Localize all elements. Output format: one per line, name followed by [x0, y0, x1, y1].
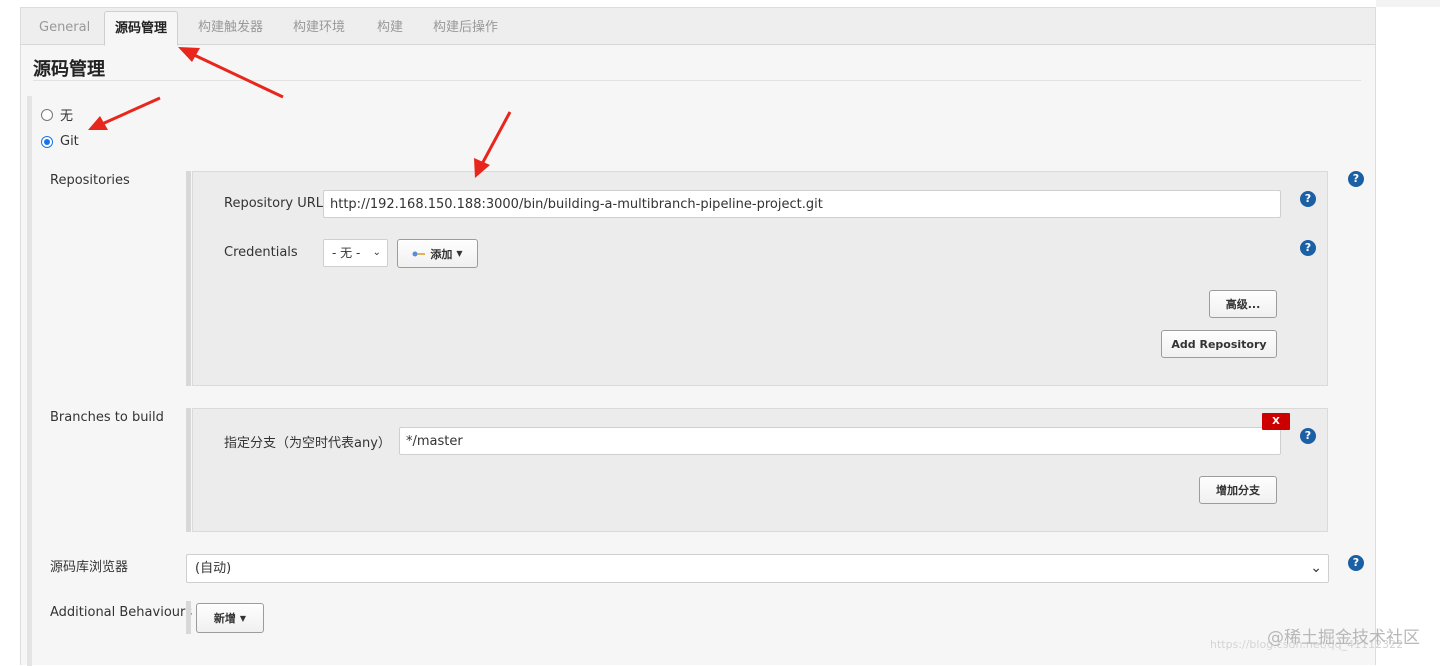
additional-behaviours-label: Additional Behaviours [50, 605, 193, 620]
add-branch-label: 增加分支 [1216, 484, 1260, 497]
repository-browser-help-icon[interactable]: ? [1348, 555, 1364, 571]
branch-specifier-input[interactable] [399, 427, 1281, 455]
add-repository-button[interactable]: Add Repository [1161, 330, 1277, 358]
repository-browser-value: (自动) [195, 561, 232, 576]
credentials-select-value: - 无 - [332, 246, 361, 260]
credentials-select[interactable]: - 无 - ⌄ [323, 239, 388, 267]
radio-none[interactable] [41, 108, 53, 121]
title-divider [33, 80, 1361, 81]
branch-specifier-label: 指定分支（为空时代表any） [224, 436, 391, 451]
branches-panel: 指定分支（为空时代表any） X ? 增加分支 [192, 408, 1328, 532]
chevron-down-icon: ⌄ [372, 247, 381, 258]
add-repository-label: Add Repository [1171, 337, 1267, 351]
scm-option-none[interactable]: 无 [41, 105, 73, 124]
tab-build-triggers[interactable]: 构建触发器 [188, 14, 273, 46]
scm-option-git[interactable]: Git [41, 134, 79, 149]
tab-scm[interactable]: 源码管理 [104, 11, 179, 46]
repository-browser-select[interactable]: (自动) ⌄ [186, 554, 1329, 583]
config-panel: General 源码管理 构建触发器 构建环境 构建 构建后操作 源码管理 无 … [20, 7, 1376, 666]
tab-post-build[interactable]: 构建后操作 [423, 14, 508, 46]
tab-bar: General 源码管理 构建触发器 构建环境 构建 构建后操作 [21, 8, 1375, 46]
advanced-button-label: 高级... [1225, 298, 1261, 311]
repository-url-help-icon[interactable]: ? [1300, 191, 1316, 207]
repositories-panel: Repository URL ? Credentials - 无 - ⌄ 添加 … [192, 171, 1328, 386]
tab-general[interactable]: General [29, 14, 100, 46]
delete-branch-button[interactable]: X [1262, 413, 1290, 430]
branches-panel-accent [186, 408, 191, 532]
credentials-help-icon[interactable]: ? [1300, 240, 1316, 256]
behaviours-accent [186, 601, 191, 634]
repository-url-input[interactable] [323, 190, 1281, 218]
radio-git[interactable] [41, 135, 53, 148]
section-title: 源码管理 [33, 59, 105, 80]
repositories-panel-accent [186, 171, 191, 386]
top-strip [1376, 0, 1440, 7]
section-accent-bar [27, 96, 32, 666]
radio-none-label: 无 [60, 109, 74, 124]
advanced-button[interactable]: 高级... [1209, 290, 1277, 318]
credentials-add-button[interactable]: 添加 ▼ [397, 239, 478, 268]
key-icon [412, 251, 426, 256]
tab-build-environment[interactable]: 构建环境 [283, 14, 355, 46]
watermark: @稀土掘金技术社区 [1267, 628, 1420, 648]
add-branch-button[interactable]: 增加分支 [1199, 476, 1277, 504]
branch-specifier-help-icon[interactable]: ? [1300, 428, 1316, 444]
branches-label: Branches to build [50, 410, 164, 425]
caret-down-icon: ▼ [456, 249, 463, 258]
repositories-label: Repositories [50, 173, 130, 188]
chevron-down-icon: ⌄ [1310, 560, 1322, 576]
repositories-help-icon[interactable]: ? [1348, 171, 1364, 187]
add-behaviour-button[interactable]: 新增 ▼ [196, 603, 264, 633]
radio-git-label: Git [60, 134, 79, 149]
repository-url-label: Repository URL [224, 196, 324, 211]
add-behaviour-label: 新增 [213, 612, 236, 625]
repository-browser-label: 源码库浏览器 [50, 560, 129, 575]
credentials-label: Credentials [224, 245, 298, 260]
credentials-add-label: 添加 [430, 247, 453, 261]
tab-build[interactable]: 构建 [367, 14, 413, 46]
caret-down-icon: ▼ [239, 613, 247, 623]
